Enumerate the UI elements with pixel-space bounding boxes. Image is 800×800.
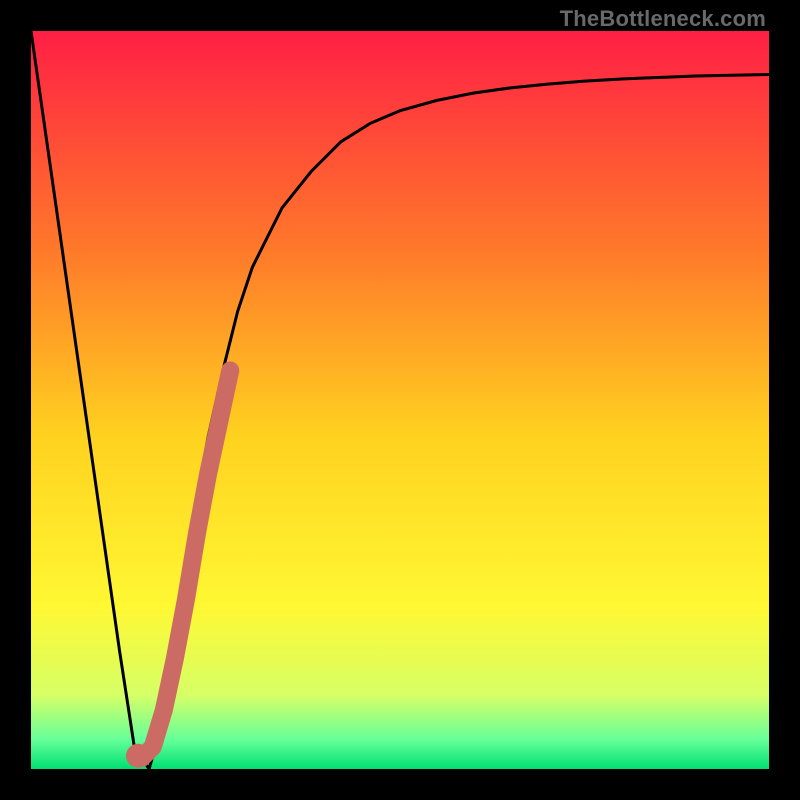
chart-stage: TheBottleneck.com	[0, 0, 800, 800]
bottleneck-curve	[31, 31, 769, 769]
chart-lines	[31, 31, 769, 769]
plot-area	[31, 31, 769, 769]
highlight-dot	[126, 744, 150, 768]
highlight-segment	[142, 370, 231, 757]
watermark-text: TheBottleneck.com	[560, 6, 766, 32]
